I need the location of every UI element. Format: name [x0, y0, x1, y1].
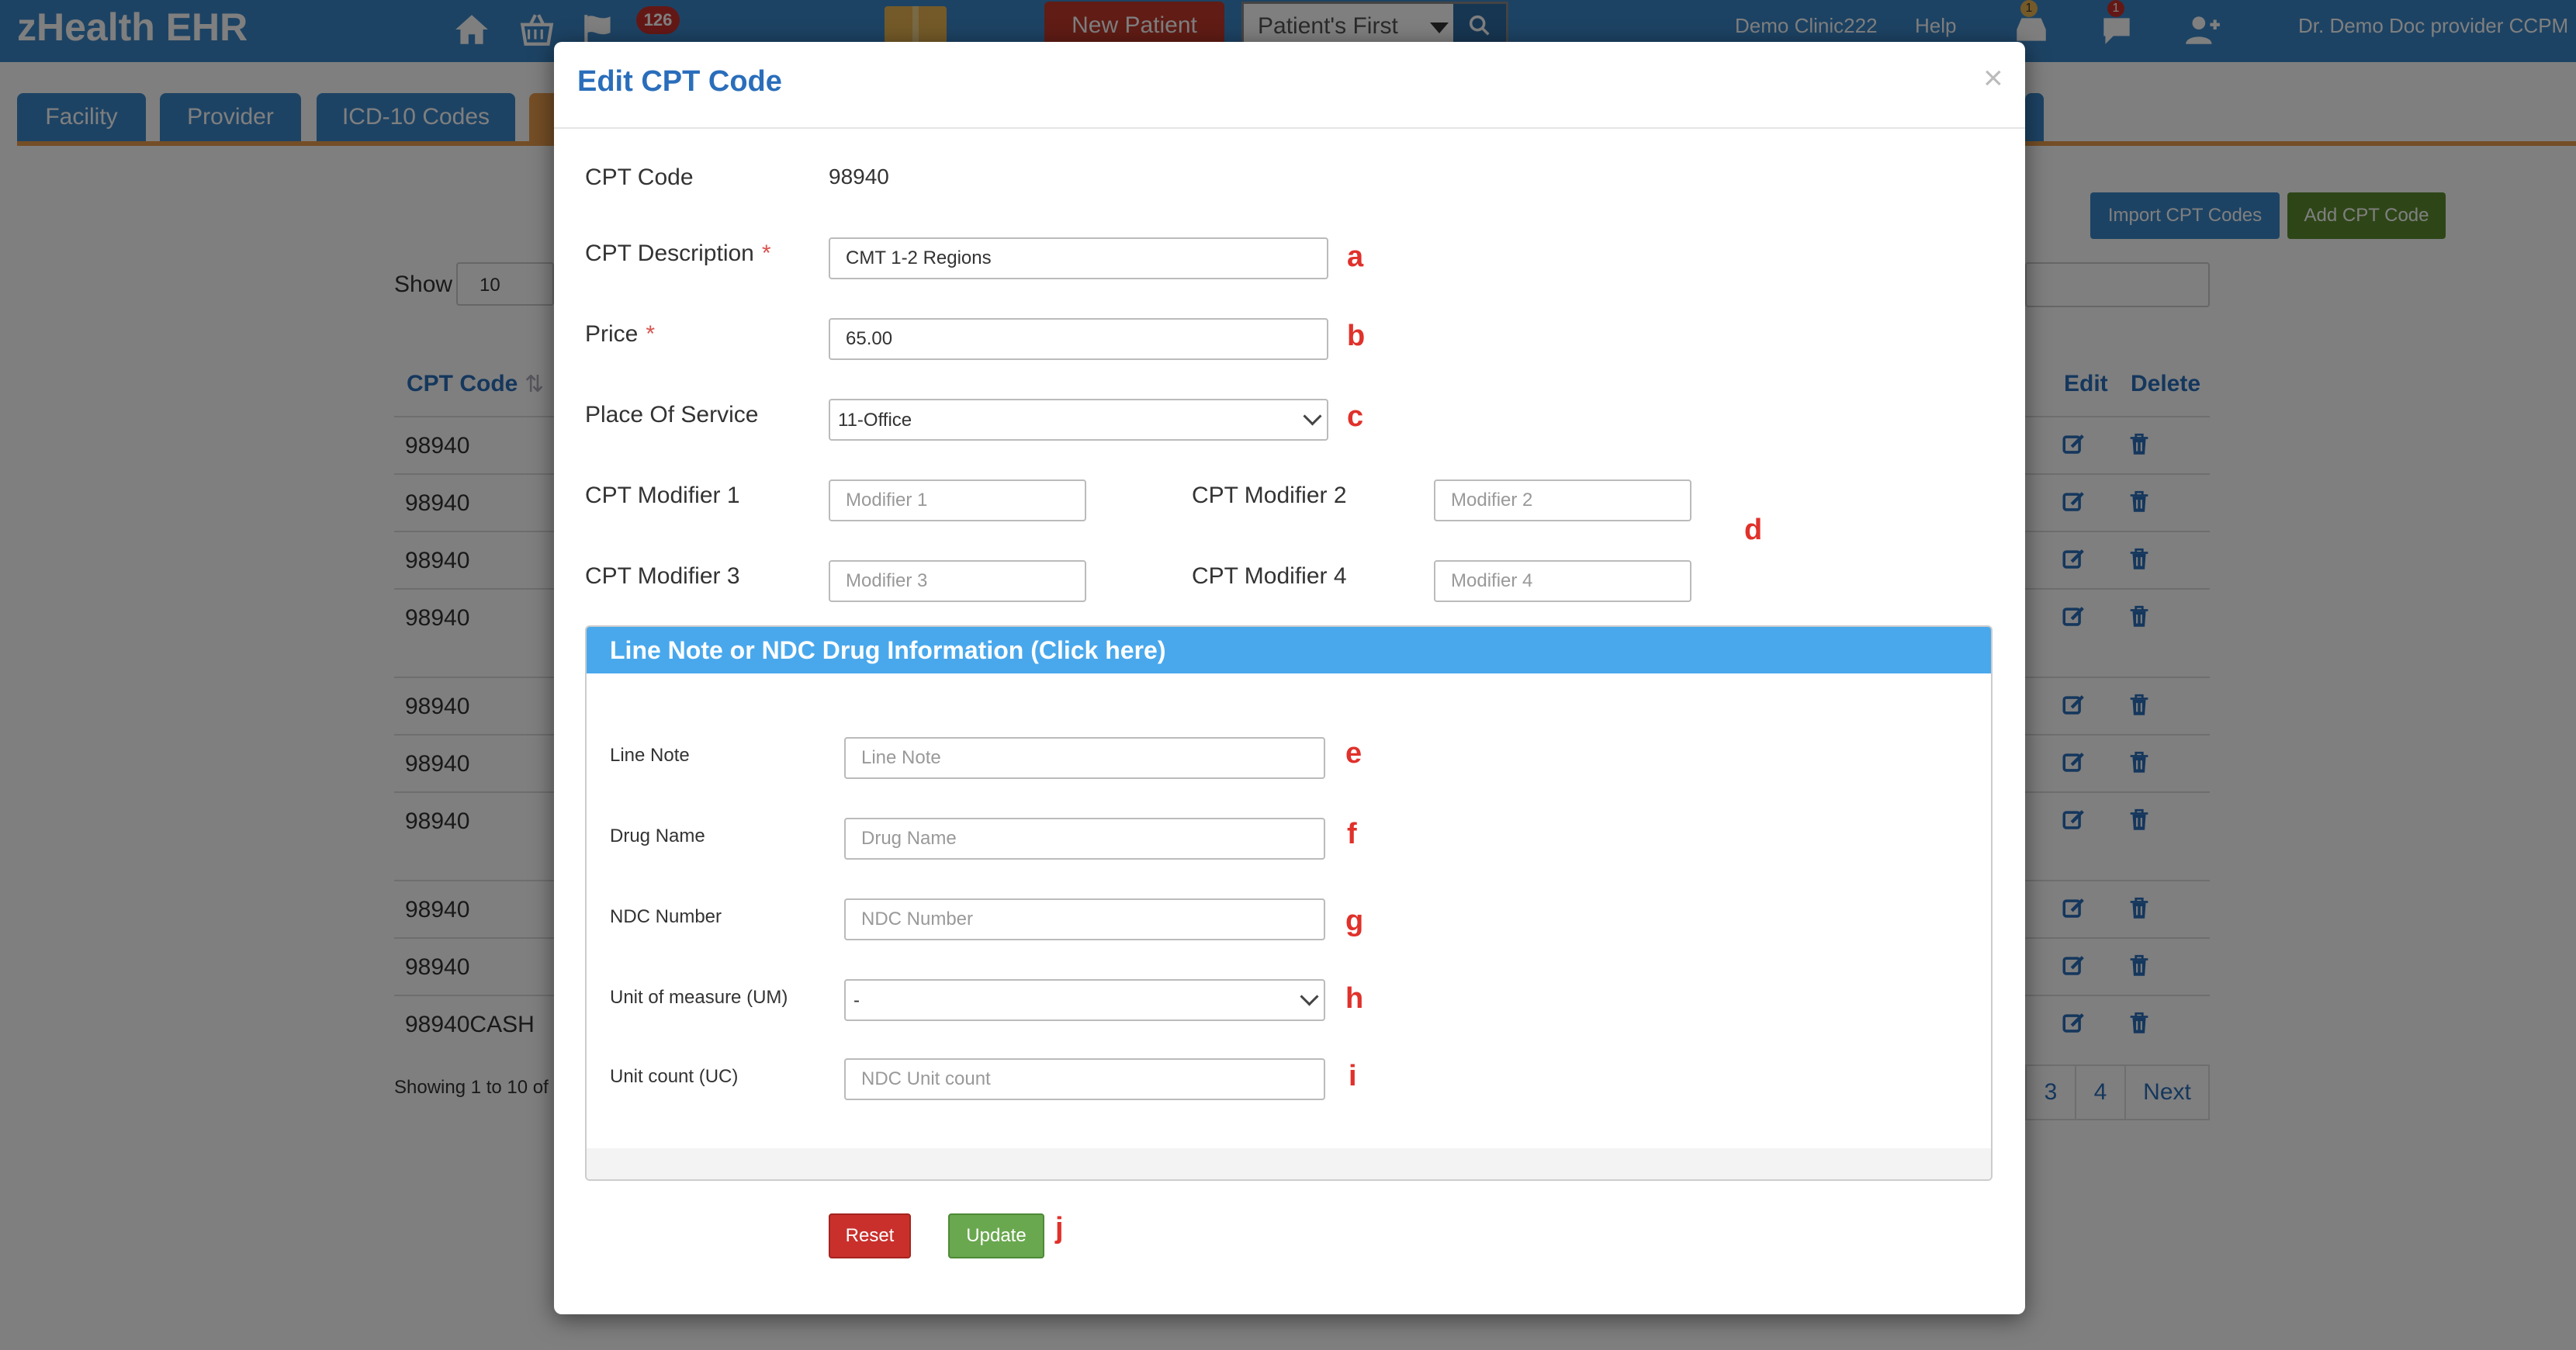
cpt-code-value: 98940	[829, 164, 889, 189]
price-label: Price *	[585, 321, 656, 347]
place-of-service-value: 11-Office	[838, 410, 912, 431]
required-mark: *	[761, 241, 771, 266]
unit-of-measure-label: Unit of measure (UM)	[610, 987, 788, 1008]
unit-of-measure-value: -	[853, 990, 860, 1011]
chevron-down-icon	[1300, 987, 1319, 1006]
annotation-f: f	[1347, 818, 1357, 850]
place-of-service-select[interactable]: 11-Office	[829, 399, 1328, 441]
modifier4-input[interactable]	[1434, 560, 1691, 602]
cpt-description-label: CPT Description *	[585, 241, 771, 266]
modal-title: Edit CPT Code	[577, 65, 782, 98]
ndc-drug-panel: Line Note or NDC Drug Information (Click…	[585, 625, 1993, 1181]
modifier3-label: CPT Modifier 3	[585, 563, 740, 589]
price-input[interactable]	[829, 318, 1328, 360]
drug-name-label: Drug Name	[610, 826, 705, 846]
modal-divider	[554, 127, 2025, 129]
unit-count-input[interactable]	[844, 1058, 1325, 1100]
annotation-a: a	[1347, 241, 1364, 273]
annotation-j: j	[1055, 1212, 1064, 1244]
ndc-number-label: NDC Number	[610, 906, 722, 927]
close-icon[interactable]: ×	[1983, 59, 2003, 98]
modifier2-label: CPT Modifier 2	[1192, 483, 1347, 508]
line-note-label: Line Note	[610, 745, 690, 766]
edit-cpt-modal: Edit CPT Code × CPT Code 98940 CPT Descr…	[554, 42, 2025, 1314]
place-of-service-label: Place Of Service	[585, 402, 759, 428]
modifier1-label: CPT Modifier 1	[585, 483, 740, 508]
drug-name-input[interactable]	[844, 818, 1325, 860]
ndc-panel-header[interactable]: Line Note or NDC Drug Information (Click…	[587, 627, 1991, 673]
reset-button[interactable]: Reset	[829, 1213, 911, 1258]
ndc-number-input[interactable]	[844, 898, 1325, 940]
line-note-input[interactable]	[844, 737, 1325, 779]
cpt-code-label: CPT Code	[585, 164, 694, 190]
annotation-b: b	[1347, 320, 1366, 352]
modifier2-input[interactable]	[1434, 479, 1691, 521]
unit-count-label: Unit count (UC)	[610, 1066, 739, 1087]
annotation-g: g	[1345, 905, 1364, 937]
unit-of-measure-select[interactable]: -	[844, 979, 1325, 1021]
annotation-e: e	[1345, 737, 1362, 770]
annotation-h: h	[1345, 982, 1364, 1015]
cpt-description-input[interactable]	[829, 237, 1328, 279]
ndc-panel-footer	[587, 1148, 1991, 1179]
modifier1-input[interactable]	[829, 479, 1086, 521]
annotation-c: c	[1347, 400, 1364, 433]
annotation-i: i	[1349, 1060, 1357, 1092]
modifier3-input[interactable]	[829, 560, 1086, 602]
update-button[interactable]: Update	[948, 1213, 1044, 1258]
required-mark: *	[646, 321, 656, 347]
ndc-panel-title[interactable]: Line Note or NDC Drug Information (Click…	[610, 636, 1165, 665]
chevron-down-icon	[1303, 407, 1322, 426]
modifier4-label: CPT Modifier 4	[1192, 563, 1347, 589]
annotation-d: d	[1744, 514, 1763, 546]
